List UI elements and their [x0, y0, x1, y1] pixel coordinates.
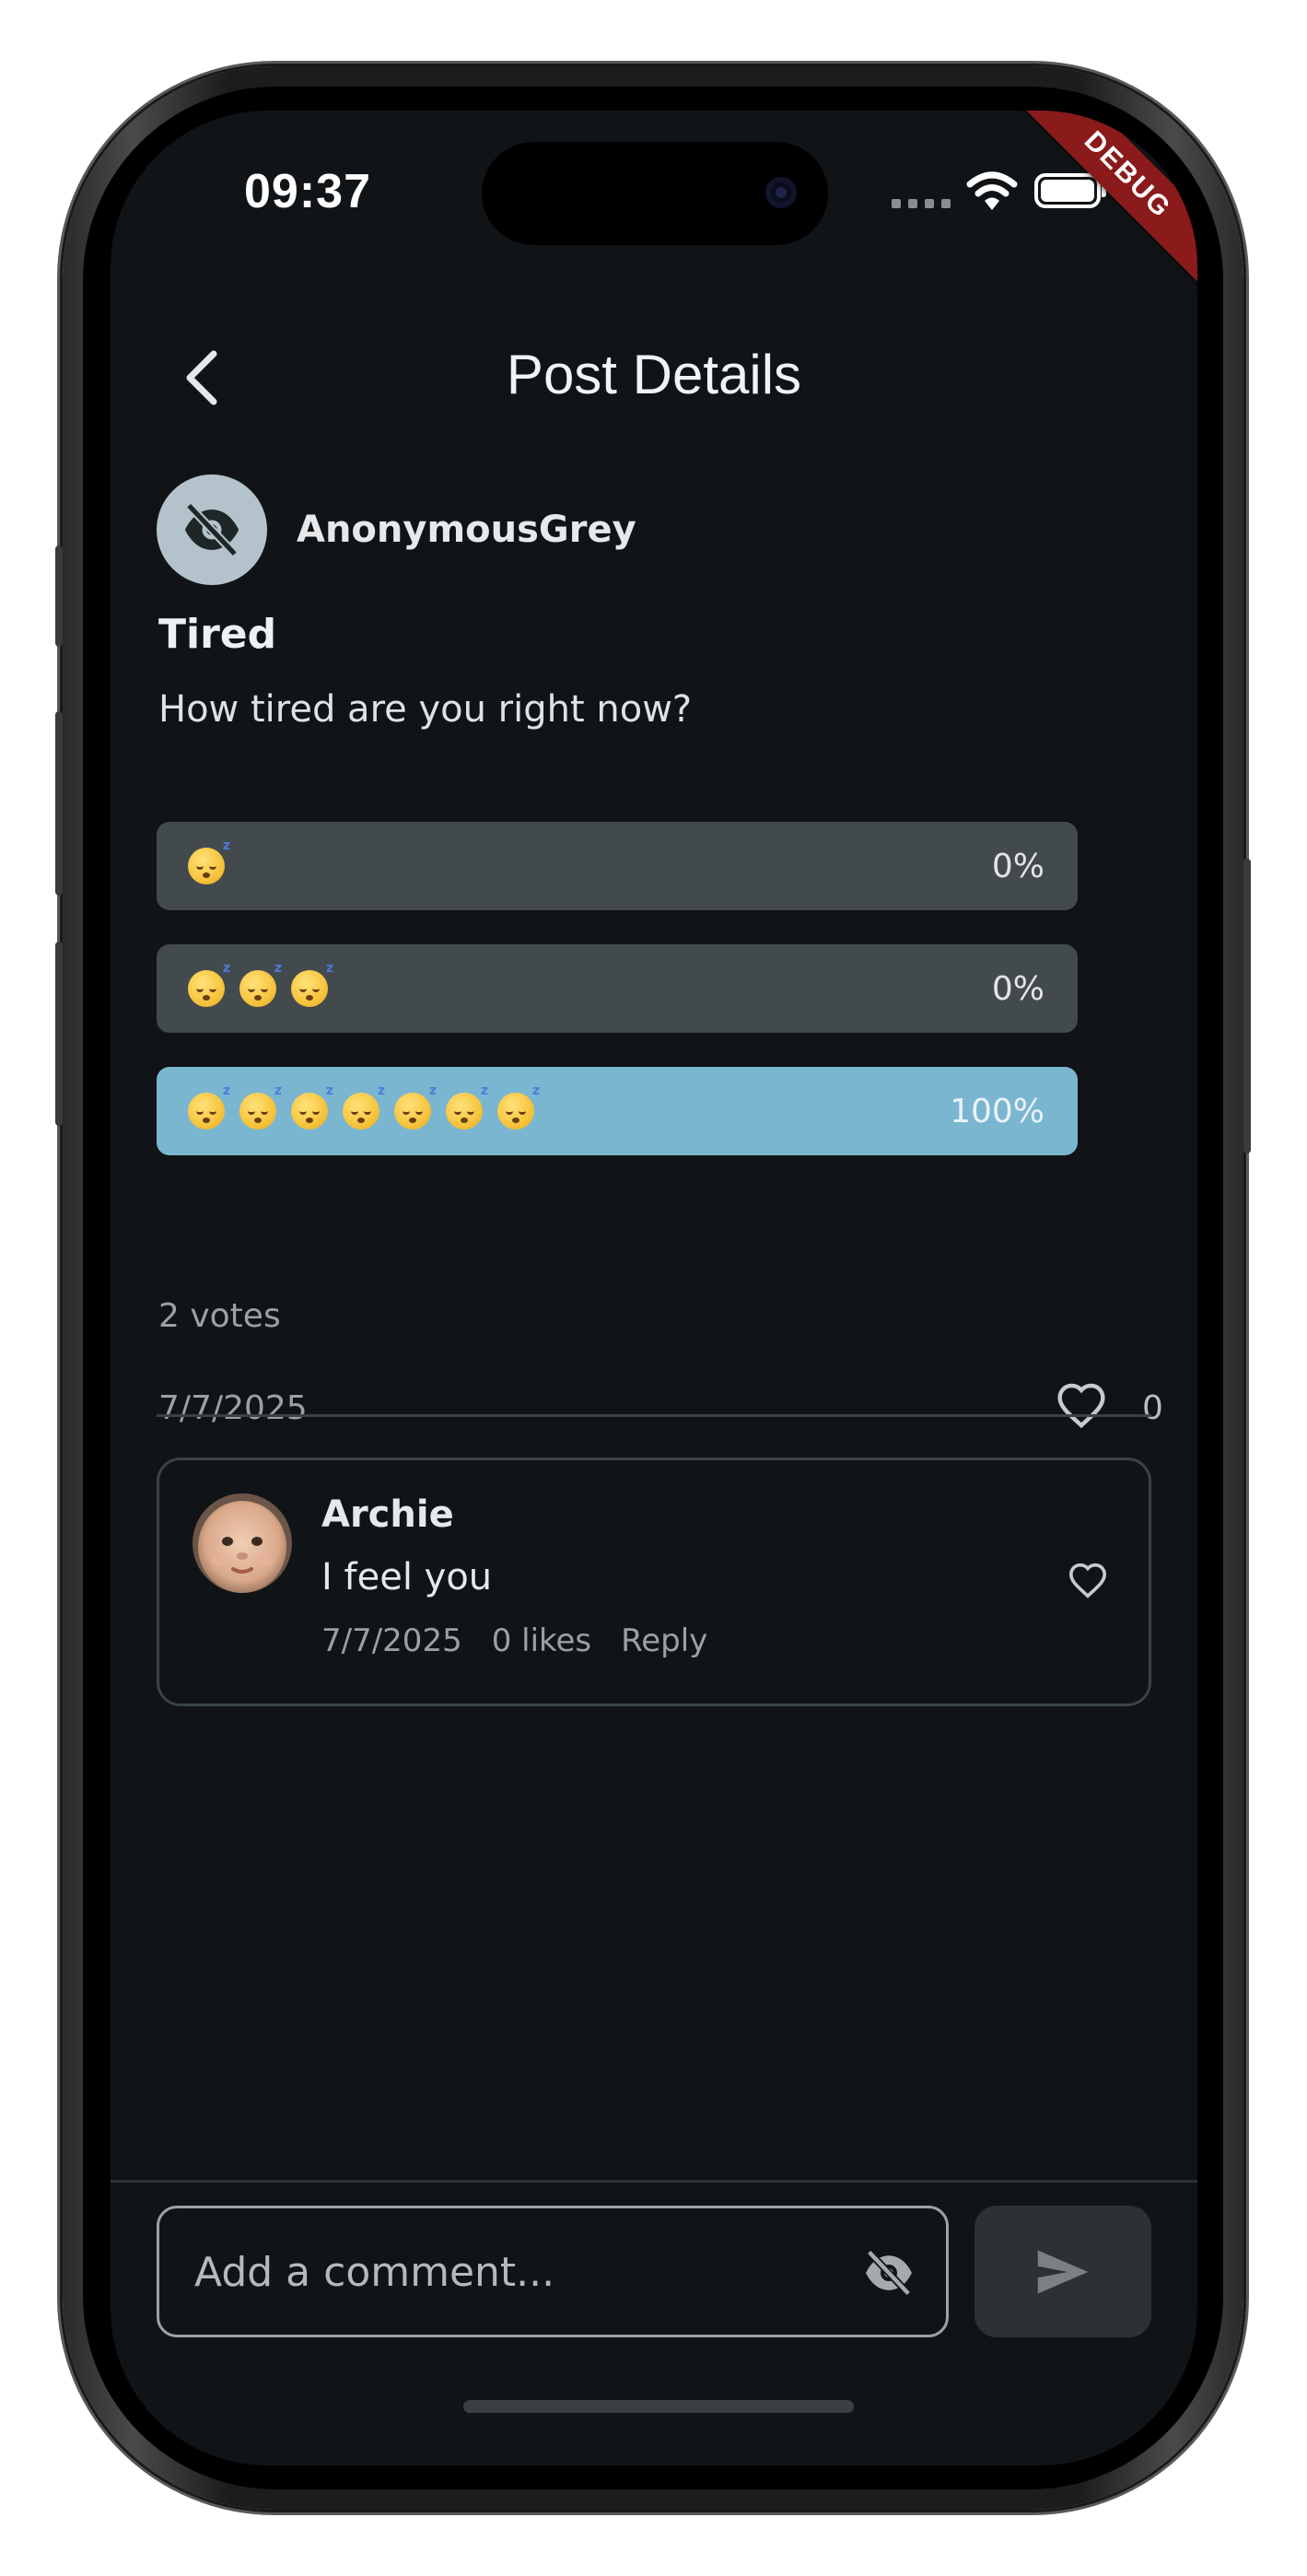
sleeping-face-emoji: z: [291, 961, 333, 1007]
home-indicator[interactable]: [463, 2400, 854, 2413]
sleeping-face-emoji: z: [239, 961, 282, 1007]
post-title: Tired: [158, 611, 277, 658]
power-button: [1243, 859, 1251, 1153]
poll-votes-count: 2 votes: [158, 1297, 281, 1335]
comment-card: Archie I feel you 7/7/2025 0 likes Reply: [157, 1458, 1151, 1706]
comment-author[interactable]: Archie: [321, 1493, 454, 1536]
anonymous-toggle-button[interactable]: [859, 2243, 918, 2302]
heart-outline-icon: [1057, 1383, 1105, 1429]
sleeping-face-emoji: z: [394, 1083, 437, 1130]
post-date: 7/7/2025: [158, 1389, 308, 1427]
camera-icon: [765, 177, 797, 208]
composer-divider: [111, 2180, 1197, 2183]
status-time: 09:37: [244, 165, 371, 218]
poll-option-label: z: [188, 822, 230, 910]
action-button: [55, 545, 63, 647]
comment-meta: 7/7/2025 0 likes Reply: [321, 1622, 707, 1659]
heart-outline-icon: [1068, 1563, 1107, 1598]
poll-option-percent: 0%: [991, 969, 1044, 1008]
poll-option-label: zzzzzzz: [188, 1067, 540, 1155]
sleeping-face-emoji: z: [188, 1083, 230, 1130]
avatar: [157, 474, 267, 585]
avatar[interactable]: [193, 1493, 292, 1593]
baby-avatar-image: [193, 1493, 292, 1593]
signal-dots-icon: [892, 199, 951, 208]
post: AnonymousGrey Tired How tired are you ri…: [157, 474, 1163, 1429]
eye-off-icon: [866, 2249, 912, 2297]
post-author-row: AnonymousGrey: [157, 474, 1151, 585]
sleeping-face-emoji: z: [291, 1083, 333, 1130]
post-author-name[interactable]: AnonymousGrey: [297, 509, 636, 551]
page-title: Post Details: [506, 344, 802, 405]
comment-like-button[interactable]: [1060, 1552, 1115, 1608]
comment-text: I feel you: [321, 1556, 493, 1598]
volume-down-button: [55, 942, 63, 1126]
reply-button[interactable]: Reply: [621, 1622, 707, 1659]
poll-option-percent: 0%: [991, 847, 1044, 885]
poll-option-label: zzz: [188, 944, 333, 1033]
comment-input-container: [157, 2206, 949, 2337]
sleeping-face-emoji: z: [497, 1083, 540, 1130]
divider: [157, 1414, 1151, 1417]
sleeping-face-emoji: z: [188, 838, 230, 884]
wifi-icon: [966, 171, 1018, 210]
dynamic-island: [482, 142, 828, 245]
send-icon: [1037, 2249, 1089, 2294]
sleeping-face-emoji: z: [343, 1083, 385, 1130]
volume-up-button: [55, 711, 63, 896]
poll-option[interactable]: z z z 0%: [157, 944, 1078, 1033]
sleeping-face-emoji: z: [239, 1083, 282, 1130]
app-bar: Post Details: [111, 322, 1197, 433]
battery-icon: [1034, 173, 1106, 208]
post-like-button[interactable]: [1052, 1376, 1111, 1434]
poll-option-percent: 100%: [950, 1092, 1044, 1130]
sleeping-face-emoji: z: [188, 961, 230, 1007]
comment-input[interactable]: [193, 2208, 823, 2336]
poll-option[interactable]: z 0%: [157, 822, 1078, 910]
comment-date: 7/7/2025: [321, 1622, 462, 1659]
poll: z 0% z z z 0% z z z z z z z 100%: [157, 822, 1078, 1189]
post-body: How tired are you right now?: [158, 688, 693, 731]
post-like-count: 0: [1142, 1389, 1163, 1427]
sleeping-face-emoji: z: [446, 1083, 488, 1130]
app-screen: 09:37 DEBUG Post Details AnonymousGrey T…: [111, 111, 1197, 2465]
send-button[interactable]: [974, 2206, 1151, 2337]
poll-option[interactable]: z z z z z z z 100%: [157, 1067, 1078, 1155]
comment-likes-count: 0 likes: [491, 1622, 592, 1659]
status-bar: 09:37 DEBUG: [111, 111, 1197, 285]
eye-off-icon: [184, 502, 239, 557]
